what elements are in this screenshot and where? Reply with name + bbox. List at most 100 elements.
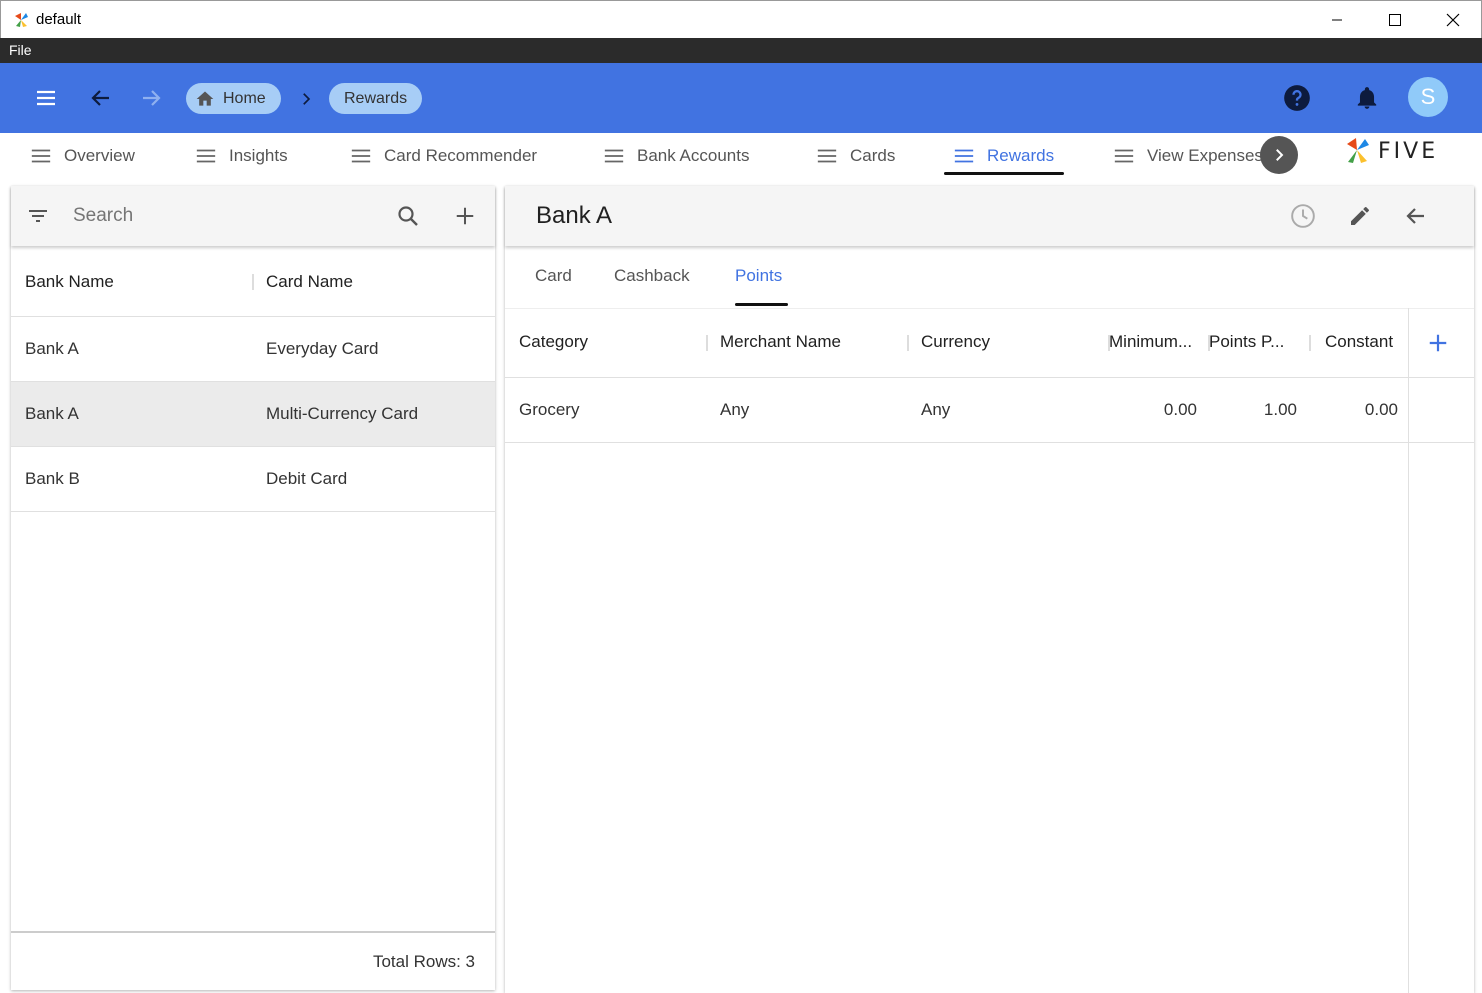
edit-button[interactable] — [1344, 200, 1376, 232]
user-avatar[interactable]: S — [1408, 77, 1448, 117]
breadcrumb-rewards-label: Rewards — [344, 89, 408, 107]
five-logo: FIVE — [1342, 135, 1457, 167]
card-name-cell: Everyday Card — [266, 339, 379, 358]
detail-title: Bank A — [536, 202, 613, 229]
plus-icon — [1429, 334, 1447, 352]
bank-name-cell: Bank A — [25, 339, 79, 358]
search-button[interactable] — [392, 200, 424, 232]
breadcrumb-home-label: Home — [223, 89, 266, 107]
minimum-cell: 0.00 — [1163, 400, 1197, 419]
add-points-row-button[interactable] — [1422, 327, 1454, 359]
active-tab-indicator — [944, 172, 1064, 175]
close-icon — [1446, 13, 1460, 27]
subtab-card[interactable]: Card — [535, 266, 572, 286]
clock-icon — [1291, 204, 1315, 228]
detail-header: Bank A — [505, 186, 1474, 246]
tab-cards-label: Cards — [850, 145, 896, 165]
menu-bar: File — [0, 38, 1482, 63]
minimize-button[interactable] — [1308, 1, 1366, 39]
column-header-category[interactable]: Category — [519, 332, 704, 352]
tab-insights-label: Insights — [229, 145, 288, 165]
column-separator[interactable] — [907, 335, 909, 351]
file-menu[interactable]: File — [9, 42, 32, 58]
column-separator[interactable] — [252, 274, 254, 290]
maximize-icon — [1389, 14, 1401, 26]
table-row[interactable]: Grocery Any Any 0.00 1.00 0.00 — [505, 378, 1409, 443]
column-header-minimum[interactable]: Minimum... — [1109, 332, 1205, 352]
table-row[interactable]: Bank A Everyday Card — [11, 317, 495, 382]
window-title: default — [36, 11, 82, 28]
list-icon — [31, 149, 51, 162]
notifications-button[interactable] — [1347, 78, 1387, 118]
close-window-button[interactable] — [1424, 1, 1482, 39]
column-header-constant[interactable]: Constant — [1325, 332, 1407, 352]
chevron-right-icon — [303, 93, 311, 105]
constant-cell: 0.00 — [1364, 400, 1398, 419]
tab-overview-label: Overview — [64, 145, 135, 165]
list-icon — [817, 149, 837, 162]
breadcrumb-rewards[interactable]: Rewards — [329, 83, 423, 114]
tab-rewards-label: Rewards — [987, 145, 1055, 165]
menu-button[interactable] — [26, 78, 66, 118]
back-button[interactable] — [81, 78, 121, 118]
tab-overview[interactable]: Overview — [30, 133, 135, 178]
column-header-points-per[interactable]: Points P... — [1209, 332, 1305, 352]
plus-icon — [456, 207, 474, 225]
list-icon — [604, 149, 624, 162]
total-rows-label: Total Rows: 3 — [372, 952, 475, 971]
app-logo-icon — [15, 13, 28, 27]
active-subtab-indicator — [735, 303, 788, 306]
five-logo-icon — [1347, 138, 1369, 163]
points-grid-header: Category Merchant Name Currency Minimum.… — [505, 308, 1474, 378]
tab-cards[interactable]: Cards — [816, 133, 895, 178]
column-header-merchant-name[interactable]: Merchant Name — [720, 332, 905, 352]
card-name-cell: Debit Card — [266, 469, 348, 488]
column-header-card-name[interactable]: Card Name — [266, 272, 353, 292]
tab-card-recommender-label: Card Recommender — [384, 145, 538, 165]
five-brand-text: FIVE — [1378, 138, 1439, 164]
tab-view-expenses[interactable]: View Expenses — [1113, 133, 1263, 178]
cards-list-panel: Bank Name Card Name Bank A Everyday Card… — [11, 186, 495, 990]
table-row[interactable]: Bank A Multi-Currency Card — [11, 382, 495, 447]
subtab-points[interactable]: Points — [735, 266, 782, 286]
tab-card-recommender[interactable]: Card Recommender — [350, 133, 537, 178]
home-icon — [196, 91, 214, 106]
column-header-currency[interactable]: Currency — [921, 332, 1101, 352]
tab-bank-accounts[interactable]: Bank Accounts — [603, 133, 749, 178]
window-title-bar: default — [0, 0, 1482, 38]
history-button[interactable] — [1287, 200, 1319, 232]
tab-insights[interactable]: Insights — [195, 133, 288, 178]
forward-button[interactable] — [131, 78, 171, 118]
app-header: Home Rewards S — [0, 63, 1482, 133]
merchant-name-cell: Any — [720, 400, 750, 419]
search-icon — [398, 206, 418, 226]
column-header-bank-name[interactable]: Bank Name — [25, 272, 114, 292]
currency-cell: Any — [921, 400, 951, 419]
row-action-cell — [1408, 378, 1474, 443]
list-toolbar — [11, 186, 495, 246]
list-header-row: Bank Name Card Name — [11, 246, 495, 317]
close-detail-button[interactable] — [1400, 200, 1432, 232]
arrow-left-icon — [91, 90, 109, 106]
filter-icon — [29, 210, 47, 222]
bell-icon — [1357, 87, 1377, 109]
subtab-cashback[interactable]: Cashback — [614, 266, 690, 286]
chevron-right-icon — [1276, 149, 1284, 161]
search-input[interactable] — [73, 200, 383, 232]
column-separator[interactable] — [1309, 335, 1311, 351]
list-icon — [196, 149, 216, 162]
breadcrumb-home[interactable]: Home — [186, 83, 281, 114]
tab-bank-accounts-label: Bank Accounts — [637, 145, 750, 165]
arrow-left-icon — [1406, 208, 1424, 224]
hamburger-icon — [37, 90, 55, 106]
filter-button[interactable] — [23, 201, 53, 231]
points-per-cell: 1.00 — [1263, 400, 1297, 419]
nav-scroll-right-button[interactable] — [1260, 136, 1298, 174]
help-button[interactable] — [1277, 78, 1317, 118]
column-separator[interactable] — [706, 335, 708, 351]
minimize-icon — [1332, 19, 1342, 21]
add-record-button[interactable] — [449, 200, 481, 232]
table-row[interactable]: Bank B Debit Card — [11, 447, 495, 512]
maximize-button[interactable] — [1366, 1, 1424, 39]
help-icon — [1284, 85, 1310, 111]
